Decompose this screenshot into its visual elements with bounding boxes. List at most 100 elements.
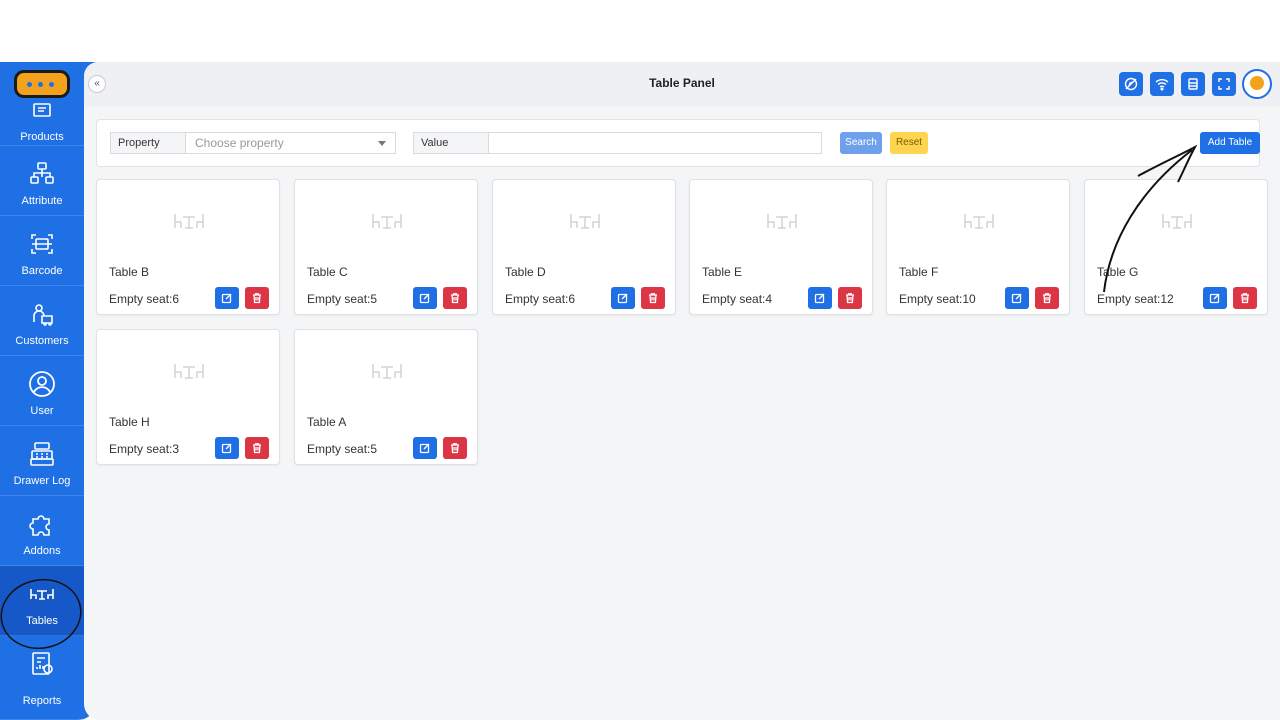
property-label: Property [110, 132, 186, 154]
top-bar: « Table Panel [84, 62, 1280, 106]
sync-off-button[interactable] [1119, 72, 1143, 96]
delete-button[interactable] [443, 437, 467, 459]
table-name: Table E [702, 265, 743, 279]
sidebar-item-addons[interactable]: Addons [0, 496, 84, 566]
edit-button[interactable] [611, 287, 635, 309]
table-name: Table B [109, 265, 150, 279]
sidebar-item-label: Attribute [21, 195, 63, 207]
trash-icon [253, 443, 261, 454]
edit-button[interactable] [215, 287, 239, 309]
sidebar: Products Attribute Barcode Customers Use… [0, 62, 96, 720]
edit-button[interactable] [1005, 287, 1029, 309]
avatar[interactable] [1242, 69, 1272, 99]
table-name: Table H [109, 415, 150, 429]
edit-icon [419, 293, 430, 304]
wifi-icon [1155, 79, 1169, 91]
sidebar-item-label: Tables [26, 615, 58, 627]
table-icon [30, 589, 54, 600]
table-icon [964, 214, 994, 229]
barcode-icon [31, 234, 53, 254]
trash-icon [649, 293, 657, 304]
table-icon [767, 214, 797, 229]
sidebar-item-tables[interactable]: Tables [0, 566, 84, 636]
table-icon [372, 364, 402, 379]
table-card[interactable]: Table D Empty seat:6 [492, 179, 676, 315]
wifi-button[interactable] [1150, 72, 1174, 96]
delete-button[interactable] [1035, 287, 1059, 309]
sidebar-item-reports[interactable]: Reports [0, 636, 84, 720]
delete-button[interactable] [838, 287, 862, 309]
sidebar-item-label: Reports [22, 695, 62, 707]
avatar-image [1250, 76, 1264, 90]
table-icon [372, 214, 402, 229]
table-seats: Empty seat:3 [109, 442, 180, 456]
search-button[interactable]: Search [840, 132, 882, 154]
delete-button[interactable] [245, 437, 269, 459]
chevron-down-icon [378, 141, 386, 146]
delete-button[interactable] [1233, 287, 1257, 309]
edit-icon [221, 443, 232, 454]
table-seats: Empty seat:6 [505, 292, 576, 306]
table-card[interactable]: Table H Empty seat:3 [96, 329, 280, 465]
add-table-button[interactable]: Add Table [1200, 132, 1260, 154]
delete-button[interactable] [641, 287, 665, 309]
sidebar-item-label: Barcode [21, 265, 63, 277]
sidebar-item-drawer-log[interactable]: Drawer Log [0, 426, 84, 496]
table-name: Table D [505, 265, 546, 279]
edit-icon [221, 293, 232, 304]
property-select[interactable]: Choose property [185, 132, 396, 154]
sidebar-item-products[interactable]: Products [0, 103, 84, 146]
table-card[interactable]: Table C Empty seat:5 [294, 179, 478, 315]
store-button[interactable] [1181, 72, 1205, 96]
table-icon [174, 214, 204, 229]
puzzle-icon [29, 515, 50, 536]
page-title: Table Panel [649, 76, 715, 90]
edit-icon [1209, 293, 1220, 304]
sidebar-item-label: Drawer Log [13, 475, 71, 487]
trash-icon [451, 293, 459, 304]
reset-button[interactable]: Reset [890, 132, 928, 154]
table-seats: Empty seat:4 [702, 292, 773, 306]
sidebar-item-user[interactable]: User [0, 356, 84, 426]
value-input[interactable] [488, 132, 822, 154]
sidebar-item-label: Addons [23, 545, 61, 557]
table-seats: Empty seat:5 [307, 292, 378, 306]
edit-button[interactable] [808, 287, 832, 309]
trash-icon [1241, 293, 1249, 304]
trash-icon [1043, 293, 1051, 304]
table-card[interactable]: Table E Empty seat:4 [689, 179, 873, 315]
edit-button[interactable] [215, 437, 239, 459]
table-card[interactable]: Table G Empty seat:12 [1084, 179, 1268, 315]
sidebar-item-customers[interactable]: Customers [0, 286, 84, 356]
table-card[interactable]: Table A Empty seat:5 [294, 329, 478, 465]
value-label: Value [413, 132, 489, 154]
sidebar-item-barcode[interactable]: Barcode [0, 216, 84, 286]
sidebar-item-label: Customers [15, 335, 69, 347]
table-icon [174, 364, 204, 379]
edit-button[interactable] [1203, 287, 1227, 309]
app-frame: Products Attribute Barcode Customers Use… [0, 62, 1280, 720]
logo-icon [14, 70, 70, 98]
edit-button[interactable] [413, 437, 437, 459]
reports-icon [32, 652, 53, 675]
table-card[interactable]: Table B Empty seat:6 [96, 179, 280, 315]
fullscreen-icon [1218, 78, 1230, 90]
table-seats: Empty seat:12 [1097, 292, 1174, 306]
sidebar-item-attribute[interactable]: Attribute [0, 146, 84, 216]
filter-bar: Property Choose property Value Search Re… [96, 119, 1260, 167]
attribute-icon [30, 162, 54, 184]
cash-register-icon [30, 442, 54, 466]
trash-icon [253, 293, 261, 304]
edit-icon [814, 293, 825, 304]
table-icon [1162, 214, 1192, 229]
table-seats: Empty seat:6 [109, 292, 180, 306]
edit-button[interactable] [413, 287, 437, 309]
table-seats: Empty seat:10 [899, 292, 976, 306]
delete-button[interactable] [443, 287, 467, 309]
edit-icon [1011, 293, 1022, 304]
table-card[interactable]: Table F Empty seat:10 [886, 179, 1070, 315]
products-icon [33, 103, 51, 117]
fullscreen-button[interactable] [1212, 72, 1236, 96]
trash-icon [451, 443, 459, 454]
delete-button[interactable] [245, 287, 269, 309]
